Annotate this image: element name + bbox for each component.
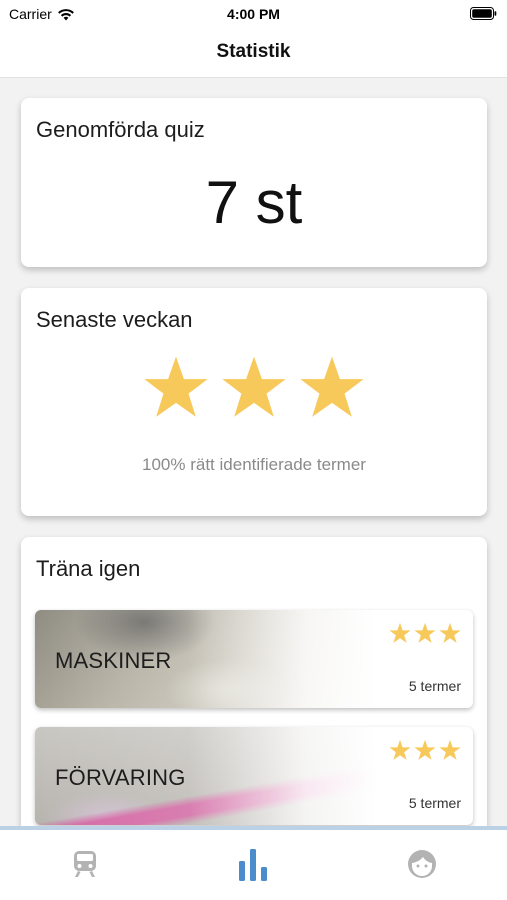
train-again-card: Träna igen MASKINER 5 termer FÖRVARING 5…: [21, 537, 487, 826]
completed-quiz-card: Genomförda quiz 7 st: [21, 98, 487, 267]
star-icon: [414, 622, 436, 643]
star-icon: [144, 356, 208, 417]
category-rating: [389, 739, 461, 761]
tab-train[interactable]: [65, 844, 105, 884]
week-rating: [21, 354, 487, 420]
bar-chart-icon: [239, 849, 267, 881]
tab-statistics[interactable]: [233, 844, 273, 884]
star-icon: [222, 356, 286, 417]
battery-icon: [470, 7, 497, 20]
status-clock: 4:00 PM: [227, 6, 280, 22]
star-icon: [439, 739, 461, 760]
last-week-title: Senaste veckan: [36, 307, 193, 332]
star-icon: [414, 739, 436, 760]
status-bar: Carrier 4:00 PM: [0, 0, 507, 28]
week-caption: 100% rätt identifierade termer: [142, 455, 366, 474]
tab-profile[interactable]: [402, 844, 442, 884]
tab-bar: [0, 826, 507, 900]
nav-header: Statistik: [0, 28, 507, 78]
completed-quiz-count: 7 st: [205, 169, 303, 236]
completed-quiz-title: Genomförda quiz: [36, 117, 205, 142]
star-icon: [300, 356, 364, 417]
category-card-forvaring[interactable]: FÖRVARING 5 termer: [35, 727, 473, 825]
last-week-card: Senaste veckan 100% rätt identifierade t…: [21, 288, 487, 516]
face-icon: [408, 850, 436, 878]
category-term-count: 5 termer: [408, 678, 461, 694]
star-icon: [389, 739, 411, 760]
train-icon: [74, 851, 96, 877]
stats-scroll-view[interactable]: Genomförda quiz 7 st Senaste veckan 100%…: [0, 78, 507, 826]
category-name: MASKINER: [55, 648, 172, 673]
category-term-count: 5 termer: [408, 795, 461, 811]
category-name: FÖRVARING: [55, 765, 186, 790]
category-card-maskiner[interactable]: MASKINER 5 termer: [35, 610, 473, 708]
star-icon: [389, 622, 411, 643]
train-again-title: Träna igen: [36, 556, 141, 581]
star-icon: [439, 622, 461, 643]
category-rating: [389, 622, 461, 644]
page-title: Statistik: [216, 41, 291, 62]
